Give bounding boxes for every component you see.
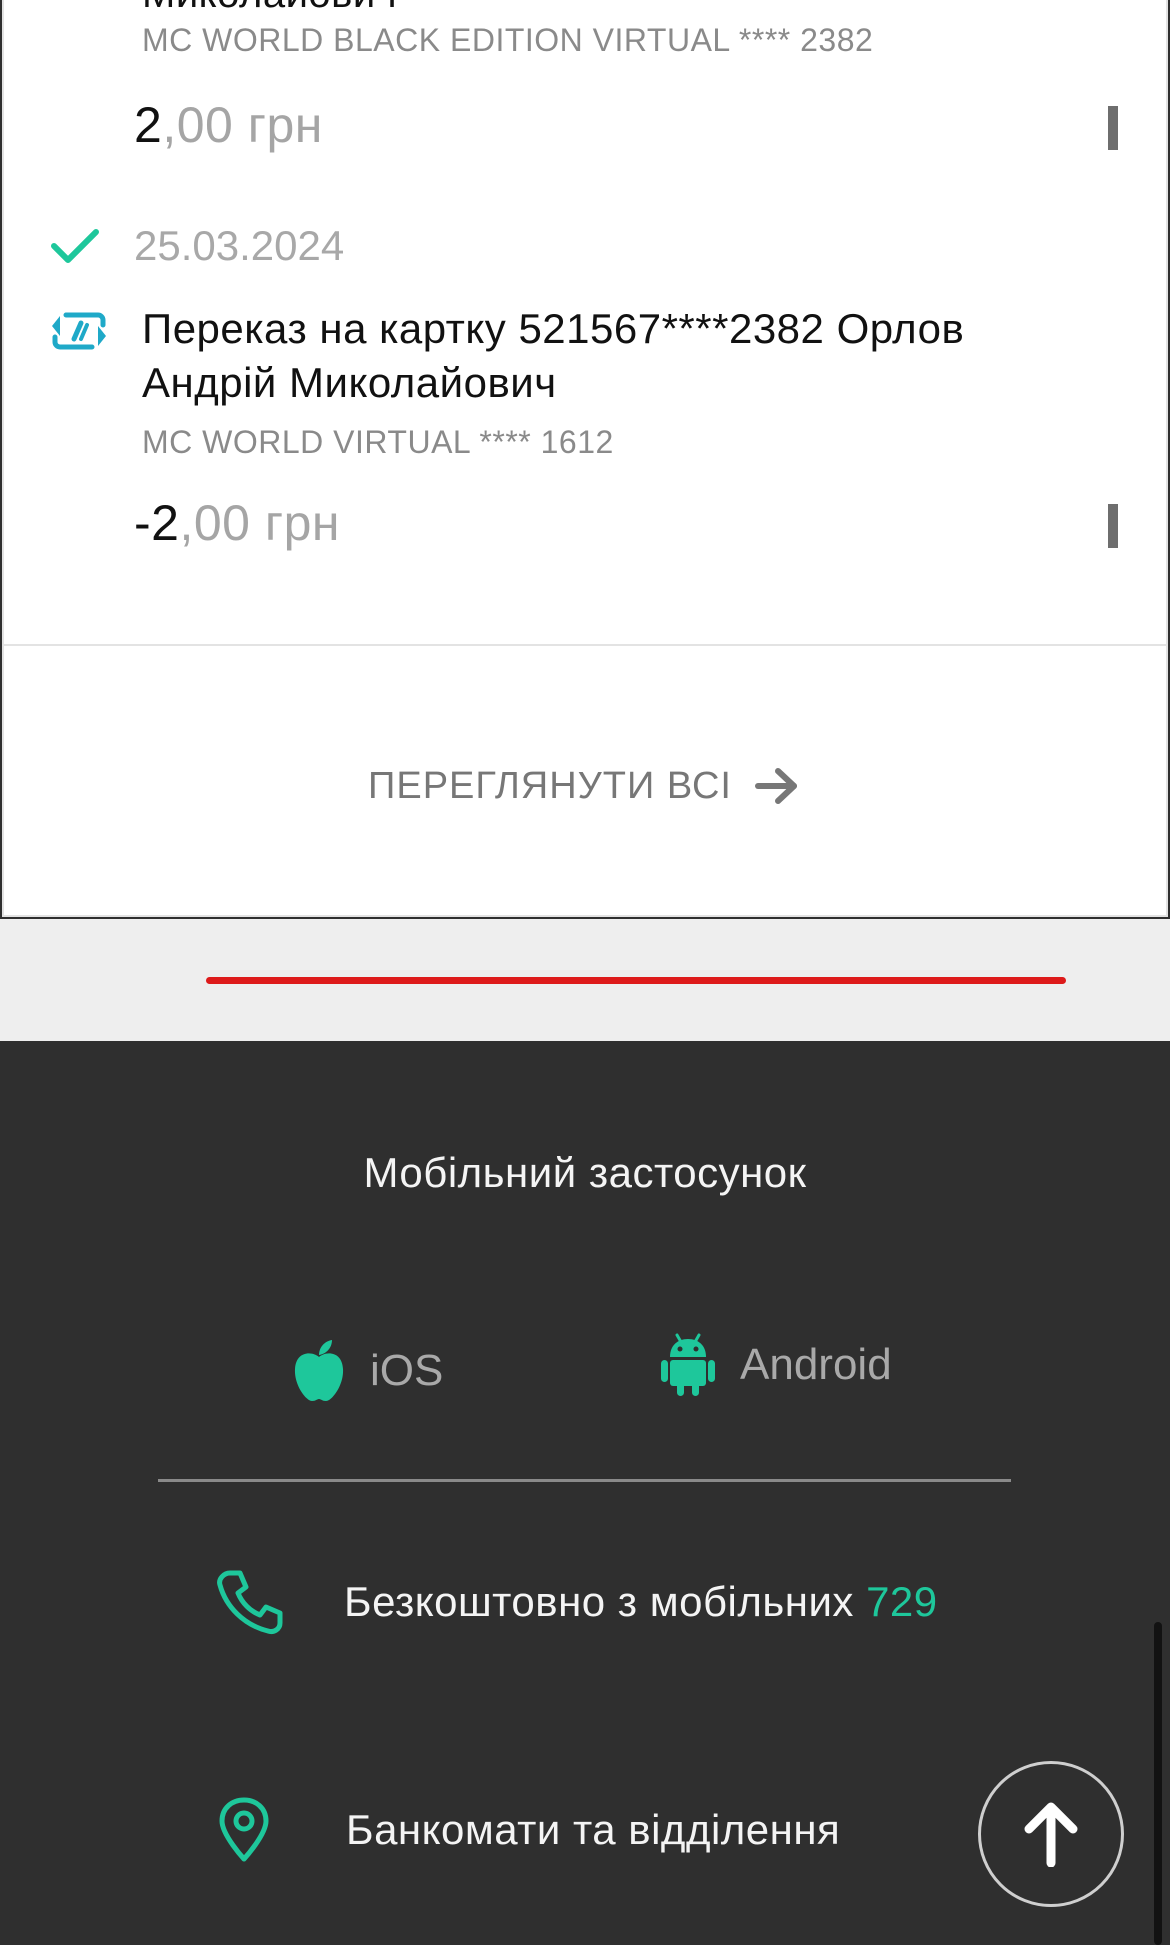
arrow-right-icon — [754, 768, 797, 804]
scroll-to-top-button[interactable] — [978, 1761, 1124, 1907]
ios-label: iOS — [370, 1346, 444, 1395]
android-label: Android — [740, 1340, 892, 1389]
transaction-amount: -2,00 грн — [134, 494, 340, 552]
transaction-title: Переказ на картку 521567****2382 Орлов А… — [142, 305, 965, 406]
hotline-number: 729 — [866, 1578, 938, 1625]
apple-icon — [294, 1340, 344, 1401]
amount-integer: -2 — [134, 495, 180, 551]
transaction-expand-handle[interactable] — [1108, 504, 1118, 548]
page: Миколайович MC WORLD BLACK EDITION VIRTU… — [0, 0, 1170, 1945]
atm-branches-link[interactable]: Банкомати та відділення — [216, 1797, 840, 1863]
footer-title: Мобільний застосунок — [363, 1149, 807, 1196]
transaction-title: Миколайович — [142, 0, 397, 17]
location-pin-icon — [219, 1797, 269, 1862]
page-scrollbar[interactable] — [1154, 1622, 1162, 1945]
footer: Мобільний застосунок iOS Android Безкошт… — [0, 1041, 1170, 1945]
brand-red-line — [206, 977, 1066, 984]
hotline-label: Безкоштовно з мобільних — [344, 1578, 867, 1625]
divider — [4, 644, 1166, 646]
transaction-card-label: MC WORLD VIRTUAL **** 1612 — [142, 424, 614, 460]
android-app-link[interactable]: Android — [660, 1333, 892, 1397]
amount-currency: грн — [250, 495, 341, 551]
check-icon — [51, 229, 99, 263]
amount-currency: грн — [233, 97, 323, 153]
hotline-link[interactable]: Безкоштовно з мобільних 729 — [216, 1569, 938, 1635]
android-icon — [661, 1333, 715, 1396]
transaction-card-label: MC WORLD BLACK EDITION VIRTUAL **** 2382 — [142, 22, 874, 58]
amount-decimal: ,00 — [162, 97, 234, 153]
hotline-text: Безкоштовно з мобільних 729 — [344, 1578, 938, 1626]
transactions-card: Миколайович MC WORLD BLACK EDITION VIRTU… — [2, 0, 1168, 917]
view-all-button[interactable]: ПЕРЕГЛЯНУТИ ВСІ — [4, 756, 1166, 816]
transaction-expand-handle[interactable] — [1108, 106, 1118, 150]
atm-branches-label: Банкомати та відділення — [346, 1806, 841, 1853]
transaction-amount: 2,00 грн — [134, 96, 323, 154]
view-all-label: ПЕРЕГЛЯНУТИ ВСІ — [368, 764, 732, 807]
amount-integer: 2 — [134, 97, 163, 153]
amount-decimal: ,00 — [179, 495, 251, 551]
ios-app-link[interactable]: iOS — [292, 1339, 443, 1403]
transaction-date: 25.03.2024 — [134, 222, 345, 269]
footer-divider — [158, 1479, 1011, 1482]
transfer-icon — [52, 312, 106, 350]
phone-icon — [217, 1570, 283, 1634]
arrow-up-icon — [1024, 1802, 1078, 1867]
